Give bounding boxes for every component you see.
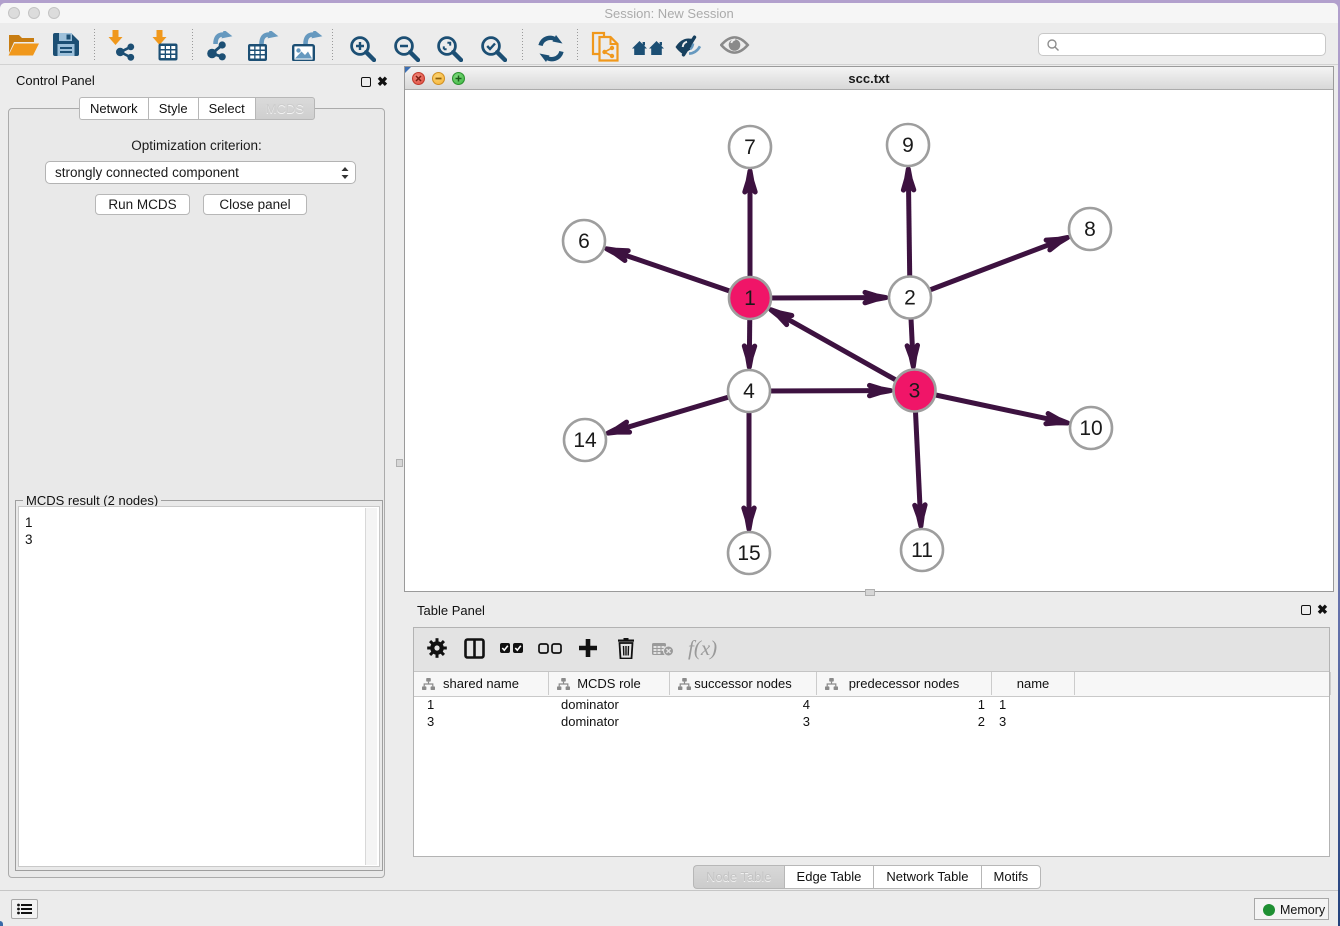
svg-text:1: 1 — [744, 287, 756, 310]
svg-text:15: 15 — [737, 542, 760, 565]
svg-text:14: 14 — [573, 429, 597, 452]
svg-text:2: 2 — [904, 287, 916, 310]
svg-text:6: 6 — [578, 230, 590, 253]
svg-text:11: 11 — [911, 539, 933, 562]
svg-text:3: 3 — [909, 380, 921, 403]
svg-text:7: 7 — [744, 136, 756, 159]
svg-text:4: 4 — [743, 380, 755, 403]
svg-text:8: 8 — [1084, 218, 1096, 241]
svg-text:10: 10 — [1079, 417, 1102, 440]
svg-text:9: 9 — [902, 134, 914, 157]
